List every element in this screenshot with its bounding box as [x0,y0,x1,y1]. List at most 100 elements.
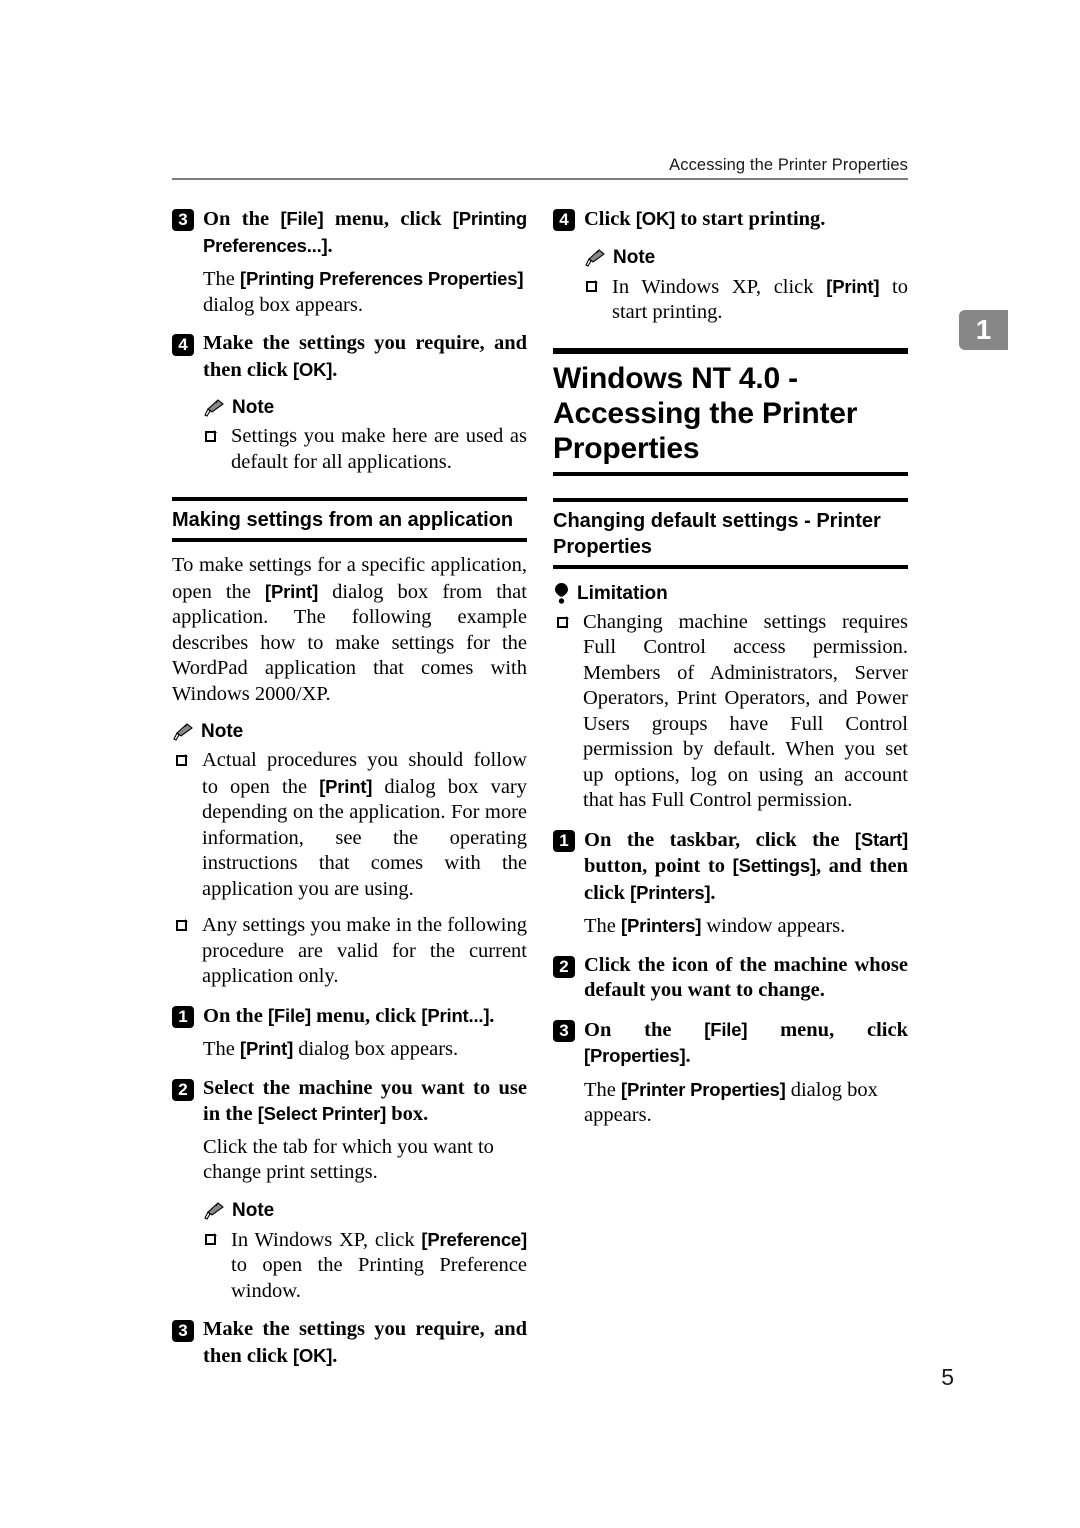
step-text: On the [584,1018,705,1041]
left-column: 3 On the [File] menu, click [Printing Pre… [172,206,527,1369]
square-bullet-icon [205,1232,219,1246]
subheading-rule-top [172,497,527,501]
step-item: 4 Make the settings you require, and then… [172,331,527,383]
ui-reference: [Printers] [621,915,702,936]
heading-rule-bottom [553,471,908,476]
note-callout-label: Note [172,720,527,744]
ui-reference: [OK] [635,208,676,229]
step-item: 3 On the [File] menu, click [Printing Pre… [172,206,527,259]
step-text: On the taskbar, click the [584,828,855,851]
limitation-label-text: Limitation [577,582,668,604]
step-text: menu, click [323,208,453,230]
step-item: 1 On the [File] menu, click [Print...]. [172,1003,527,1030]
note-label-text: Note [232,1199,275,1221]
note-bullet-list: Settings you make here are used as defau… [203,424,527,475]
ui-reference: [Select Printer] [257,1103,387,1124]
bullet-item: In Windows XP, click [Preference] to ope… [203,1227,527,1305]
step-text: to start printing. [675,208,826,230]
running-header-title: Accessing the Printer Properties [669,156,908,174]
limitation-callout-label: Limitation [553,582,908,606]
step-number: 2 [553,955,575,978]
step-text: button, point to [584,855,733,877]
ui-reference: [OK] [292,358,333,380]
step-number: 3 [172,209,194,231]
page-number: 5 [941,1364,954,1390]
section-heading: Windows NT 4.0 - Accessing the Printer P… [553,361,858,465]
note-callout-label: Note [203,396,527,420]
step-follow-text: The [Printer Properties] dialog box appe… [584,1077,908,1129]
step-text: . [685,1045,691,1067]
bullet-item: Settings you make here are used as defau… [203,424,527,475]
step-follow-text: The [Printing Preferences Properties] di… [203,266,527,318]
intro-paragraph: To make settings for a specific applicat… [172,553,527,707]
document-page: Accessing the Printer Properties 1 3 On t… [0,0,1080,1528]
follow-text: dialog box appears. [203,293,363,316]
step-text: menu, click [310,1004,422,1027]
subheading-rule-top [553,497,908,502]
heading-rule-top [553,347,908,354]
square-bullet-icon [557,615,571,629]
ui-reference: [Printers] [630,881,711,903]
ui-reference: [File] [280,208,324,229]
chapter-tab-number: 1 [975,314,992,345]
ui-reference: [Printing Preferences Properties] [240,268,524,289]
subheading-title: Changing default settings - Printer Prop… [553,509,881,558]
ui-reference: [File] [267,1004,311,1026]
step-text: Make the settings you require, and then … [203,1318,527,1367]
square-bullet-icon [176,918,190,932]
step-text: Click [584,208,636,230]
ui-reference: [Print] [265,580,319,602]
bullet-item: In Windows XP, click [Print] to start pr… [584,274,908,326]
follow-text: The [203,268,240,290]
step-text: . [332,358,338,381]
note-label-text: Note [613,246,656,268]
subheading-rule-bottom [172,538,527,542]
step-number: 4 [553,209,575,231]
step-text: box. [386,1103,429,1125]
bullet-item: Any settings you make in the following p… [174,913,527,990]
step-follow-text: Click the tab for which you want to chan… [203,1135,494,1184]
step-text: Make the settings you require, and then … [203,332,527,381]
step-item: 4 Click [OK] to start printing. [553,206,908,233]
ui-reference: [Properties] [584,1045,686,1066]
pencil-icon [173,723,193,741]
step-text: . [710,881,716,904]
follow-text: The [584,1078,621,1101]
step-text: menu, click [747,1018,908,1041]
step-follow-text: The [Print] dialog box appears. [203,1036,527,1063]
follow-text: The [584,915,621,937]
pencil-icon [585,248,605,267]
step-text: . [327,234,333,257]
pencil-icon [204,1201,224,1220]
step-number: 3 [553,1019,575,1042]
bullet-text: In Windows XP, click [612,275,827,298]
ui-reference: [Start] [854,828,908,850]
limitation-bullet-list: Changing machine settings requires Full … [555,610,908,814]
bullet-text: to open the Printing Preference window. [231,1254,527,1302]
chapter-tab: 1 [959,310,1008,350]
step-item: 2 Click the icon of the machine whose def… [553,953,908,1004]
step-item: 1 On the taskbar, click the [Start] butto… [553,827,908,907]
ui-reference: [File] [704,1018,748,1040]
ui-reference: [Printer Properties] [621,1078,786,1100]
subheading-title: Making settings from an application [172,509,514,531]
step-follow-text: The [Printers] window appears. [584,913,908,940]
follow-text: window appears. [701,915,846,937]
note-bullet-list: In Windows XP, click [Print] to start pr… [584,274,908,326]
ui-reference: [Print] [240,1038,294,1059]
step-text: On the [203,208,281,230]
step-item: 3 Make the settings you require, and then… [172,1317,527,1369]
note-label-text: Note [232,397,275,418]
step-text: . [489,1004,495,1027]
subheading-rule-bottom [553,564,908,569]
follow-text: dialog box appears. [293,1038,459,1060]
square-bullet-icon [205,429,219,443]
step-number: 4 [172,334,194,356]
ui-reference: [Settings] [732,855,817,876]
step-text: Click the icon of the machine whose defa… [584,953,908,1002]
header-rule [172,178,908,180]
note-callout-label: Note [584,246,908,270]
pencil-icon [204,399,224,417]
square-bullet-icon [586,279,600,293]
step-number: 2 [172,1078,194,1101]
